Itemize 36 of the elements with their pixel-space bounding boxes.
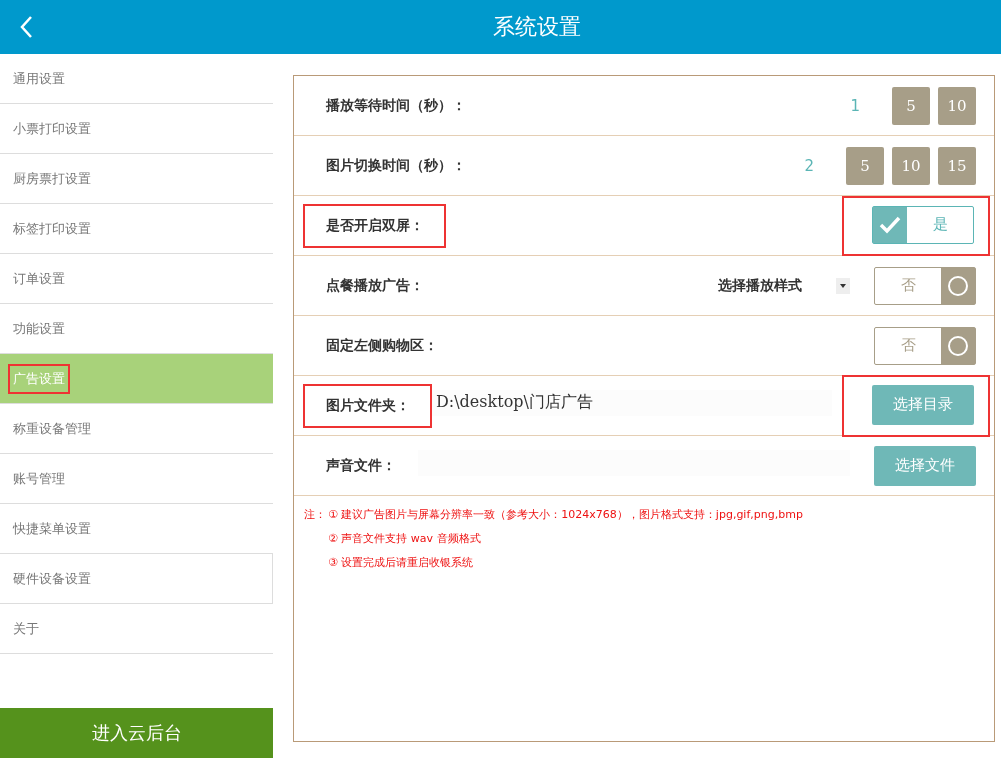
sidebar-item[interactable]: 账号管理	[0, 454, 273, 504]
setting-label: 图片文件夹：	[303, 383, 432, 428]
note-prefix: 注：	[304, 506, 327, 522]
sidebar-item[interactable]: 称重设备管理	[0, 404, 273, 454]
setting-label: 图片切换时间（秒）：	[325, 155, 467, 175]
option-button[interactable]: 15	[938, 146, 976, 185]
setting-label: 是否开启双屏：	[303, 203, 446, 248]
sidebar-item[interactable]: 通用设置	[0, 54, 273, 104]
toggle-switch[interactable]: 是	[872, 205, 974, 244]
setting-label: 固定左侧购物区：	[325, 335, 439, 355]
toggle-switch[interactable]: 否	[874, 326, 976, 365]
current-value: 1	[850, 96, 860, 115]
note-text: ① 建议广告图片与屏幕分辨率一致（参考大小：1024x768），图片格式支持：jpg,gif,png,bmp	[328, 506, 803, 522]
sidebar-item[interactable]: 快捷菜单设置	[0, 504, 273, 554]
note-text: ③ 设置完成后请重启收银系统	[328, 554, 474, 570]
option-button[interactable]: 10	[892, 146, 930, 185]
page-title: 系统设置	[492, 13, 582, 41]
toggle-switch[interactable]: 否	[874, 266, 976, 305]
back-icon	[19, 15, 33, 39]
current-value: 2	[804, 156, 814, 175]
style-select-label[interactable]: 选择播放样式	[718, 276, 802, 295]
sidebar-item[interactable]: 小票打印设置	[0, 104, 273, 154]
setting-label: 点餐播放广告：	[325, 275, 425, 295]
option-button[interactable]: 5	[846, 146, 884, 185]
setting-label: 播放等待时间（秒）：	[325, 95, 467, 115]
sidebar-item[interactable]: 硬件设备设置	[0, 554, 273, 604]
option-button[interactable]: 5	[892, 86, 930, 125]
sidebar-item[interactable]: 标签打印设置	[0, 204, 273, 254]
sidebar-item[interactable]: 关于	[0, 604, 273, 654]
cloud-backend-button[interactable]: 进入云后台	[0, 708, 273, 758]
back-button[interactable]	[19, 15, 33, 39]
sidebar-item[interactable]: 订单设置	[0, 254, 273, 304]
sidebar-item[interactable]: 厨房票打设置	[0, 154, 273, 204]
setting-label: 声音文件：	[325, 455, 397, 475]
option-button[interactable]: 10	[938, 86, 976, 125]
note-text: ② 声音文件支持 wav 音频格式	[328, 530, 481, 546]
